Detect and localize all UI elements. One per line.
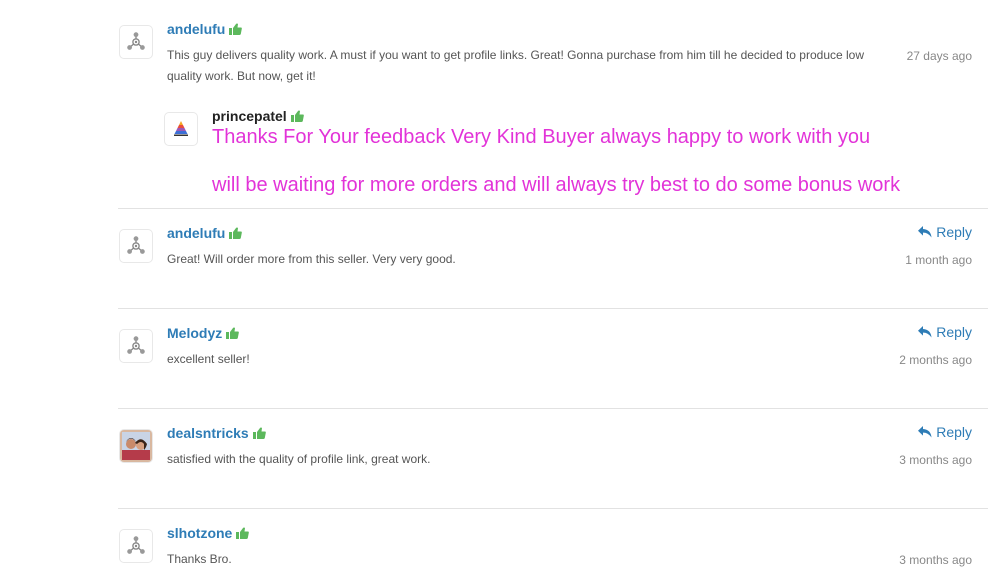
seller-reply-line-2: will be waiting for more orders and will… xyxy=(212,174,901,196)
seller-username[interactable]: princepatel xyxy=(212,108,304,124)
review-username[interactable]: andelufu xyxy=(167,21,242,37)
review-item: andelufu Great! Will order more from thi… xyxy=(118,209,988,308)
molecule-avatar-icon xyxy=(125,535,147,557)
avatar[interactable] xyxy=(120,230,152,262)
thumbs-up-icon xyxy=(229,23,242,35)
molecule-avatar-icon xyxy=(125,31,147,53)
review-item: slhotzone Thanks Bro. 3 months ago xyxy=(118,509,988,567)
review-item: dealsntricks satisfied with the quality … xyxy=(118,409,988,508)
reply-button[interactable]: Reply xyxy=(918,424,972,440)
review-comment: satisfied with the quality of profile li… xyxy=(167,452,431,466)
review-username[interactable]: andelufu xyxy=(167,225,242,241)
review-comment: Great! Will order more from this seller.… xyxy=(167,252,456,266)
review-username[interactable]: Melodyz xyxy=(167,325,239,341)
thumbs-up-icon xyxy=(236,527,249,539)
review-time: 3 months ago xyxy=(899,553,972,567)
review-comment: This guy delivers quality work. A must i… xyxy=(167,48,865,83)
thumbs-up-icon xyxy=(291,110,304,122)
seller-avatar[interactable] xyxy=(165,113,197,145)
review-username[interactable]: slhotzone xyxy=(167,525,249,541)
avatar[interactable] xyxy=(120,26,152,58)
reply-arrow-icon xyxy=(918,326,932,338)
user-photo-icon xyxy=(122,432,150,460)
review-time: 27 days ago xyxy=(906,49,972,63)
molecule-avatar-icon xyxy=(125,335,147,357)
review-time: 2 months ago xyxy=(899,353,972,367)
thumbs-up-icon xyxy=(229,227,242,239)
thumbs-up-icon xyxy=(253,427,266,439)
reply-arrow-icon xyxy=(918,426,932,438)
review-item: Melodyz excellent seller! Reply 2 months… xyxy=(118,309,988,408)
avatar[interactable] xyxy=(120,430,152,462)
reply-button[interactable]: Reply xyxy=(918,224,972,240)
seller-reply-line-1: Thanks For Your feedback Very Kind Buyer… xyxy=(212,126,871,148)
reply-arrow-icon xyxy=(918,226,932,238)
review-item: andelufu This guy delivers quality work.… xyxy=(118,0,988,208)
review-time: 1 month ago xyxy=(905,253,972,267)
review-time: 3 months ago xyxy=(899,453,972,467)
review-comment: excellent seller! xyxy=(167,352,250,366)
molecule-avatar-icon xyxy=(125,235,147,257)
reply-button[interactable]: Reply xyxy=(918,324,972,340)
thumbs-up-icon xyxy=(226,327,239,339)
avatar[interactable] xyxy=(120,330,152,362)
review-username[interactable]: dealsntricks xyxy=(167,425,266,441)
pyramid-logo-icon xyxy=(174,121,188,136)
avatar[interactable] xyxy=(120,530,152,562)
